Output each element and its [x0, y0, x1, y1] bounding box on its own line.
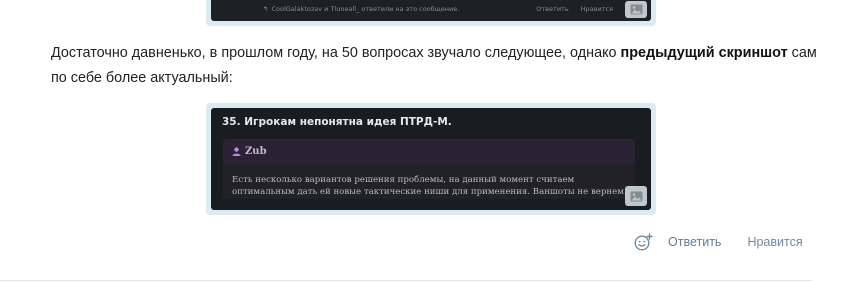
screenshot-reply-label: Ответить	[536, 5, 569, 13]
post-paragraph: Достаточно давненько, в прошлом году, на…	[51, 41, 821, 91]
post-text-start: Достаточно давненько, в прошлом году, на…	[51, 45, 621, 61]
post-actions: Ответить Нравится	[632, 232, 803, 252]
quote-author: Zub	[232, 146, 267, 157]
user-icon	[232, 147, 241, 156]
image-icon	[630, 191, 642, 201]
expand-image-button[interactable]	[625, 1, 647, 18]
reply-notice-text: CoolGalaktozav и Tluneall_ ответили на э…	[271, 5, 460, 13]
screenshot-actions: Ответить Нравится	[536, 5, 613, 13]
previous-screenshot-image: ↰ CoolGalaktozav и Tluneall_ ответили на …	[211, 0, 651, 21]
attached-screenshot[interactable]: 35. Игрокам непонятна идея ПТРД-М. Zub Е…	[206, 103, 656, 215]
add-reaction-icon	[633, 233, 653, 251]
image-icon	[630, 4, 642, 15]
quote-box: Zub Есть несколько вариантов решения про…	[223, 139, 635, 199]
quote-text: Есть несколько вариантов решения проблем…	[232, 175, 627, 197]
previous-screenshot[interactable]: ↰ CoolGalaktozav и Tluneall_ ответили на …	[206, 0, 656, 26]
like-button[interactable]: Нравится	[747, 235, 802, 249]
attached-screenshot-image: 35. Игрокам непонятна идея ПТРД-М. Zub Е…	[211, 108, 651, 210]
reply-button[interactable]: Ответить	[668, 235, 721, 249]
add-reaction-button[interactable]	[632, 232, 654, 252]
screenshot-like-label: Нравится	[580, 5, 613, 13]
post-divider	[0, 280, 812, 281]
reply-arrow-icon: ↰	[263, 5, 269, 13]
reply-notice: ↰ CoolGalaktozav и Tluneall_ ответили на …	[263, 5, 459, 13]
screenshot-title: 35. Игрокам непонятна идея ПТРД-М.	[222, 116, 452, 128]
quote-author-name: Zub	[245, 146, 267, 157]
expand-image-button[interactable]	[625, 186, 647, 206]
post-bold-text: предыдущий скриншот	[620, 45, 788, 61]
quote-header: Zub	[223, 140, 635, 164]
